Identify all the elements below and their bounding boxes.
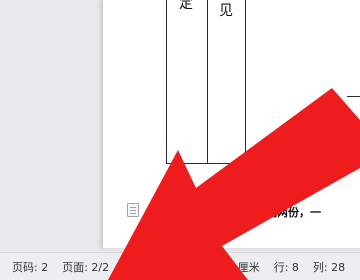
status-section[interactable]: 节: 1/1 [123, 259, 159, 275]
table-border-segment [347, 96, 360, 97]
table-cell-text-2: 见 [219, 3, 233, 19]
word-processor-window: 定 见 注：本表格一式两份，一 页码: 2 页面: 2/2 节: 1/1 设置值… [0, 0, 360, 280]
table-border-col2 [245, 0, 246, 164]
status-bar: 页码: 2 页面: 2/2 节: 1/1 设置值: 26.1厘米 行: 8 列:… [0, 252, 360, 280]
document-note-icon[interactable] [127, 203, 139, 217]
table-border-left [166, 0, 167, 164]
table-border-col1 [207, 0, 208, 164]
status-pages[interactable]: 页面: 2/2 [62, 259, 109, 275]
status-row[interactable]: 行: 8 [274, 259, 299, 275]
status-setting-value[interactable]: 设置值: 26.1厘米 [173, 259, 260, 275]
table-cell-text-1: 定 [179, 0, 193, 12]
table-note-text: 注：本表格一式两份，一 [200, 206, 321, 219]
table-border-bottom [166, 163, 360, 164]
status-column[interactable]: 列: 28 [313, 259, 345, 275]
status-page-number[interactable]: 页码: 2 [12, 259, 48, 275]
